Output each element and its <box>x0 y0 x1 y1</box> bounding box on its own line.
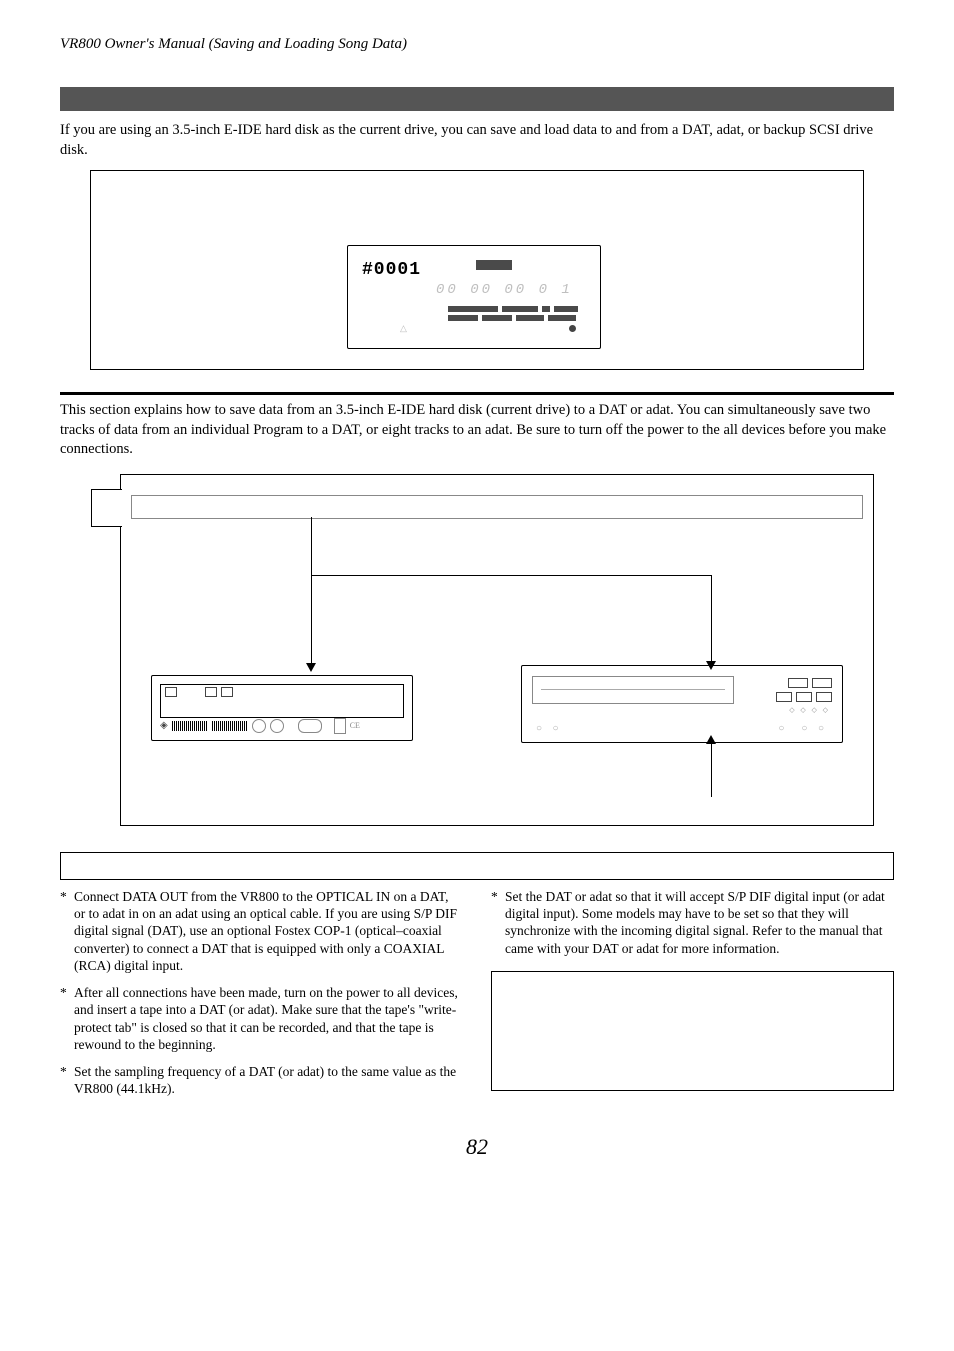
figure-tab-icon <box>91 489 122 527</box>
list-item-text: After all connections have been made, tu… <box>74 984 463 1053</box>
list-item: * Connect DATA OUT from the VR800 to the… <box>60 888 463 974</box>
transport-buttons-icon <box>448 306 586 324</box>
label-bar <box>131 495 863 519</box>
list-item-text: Connect DATA OUT from the VR800 to the O… <box>74 888 463 974</box>
section-intro-paragraph: This section explains how to save data f… <box>60 401 894 460</box>
section-divider <box>60 392 894 395</box>
cable-line <box>311 575 711 576</box>
cable-line <box>311 517 312 665</box>
section-title-bar <box>60 87 894 111</box>
seven-segment-readout: 00 00 00 0 1 <box>436 282 573 298</box>
subsection-heading-box <box>60 852 894 880</box>
lcd-program-label: #0001 <box>362 260 421 280</box>
list-item: * After all connections have been made, … <box>60 984 463 1053</box>
eject-icon: △ <box>400 323 407 334</box>
arrow-down-icon <box>306 663 316 672</box>
cartridge-slot-icon <box>476 260 512 270</box>
vr800-rear-panel: ◈ CE <box>151 675 413 741</box>
cable-line <box>711 743 712 797</box>
power-led-icon <box>569 325 576 332</box>
intro-paragraph: If you are using an 3.5-inch E-IDE hard … <box>60 121 894 160</box>
figure-connection-diagram: ◈ CE ◇ ◇ ◇ ◇ ○ ○ ○ ○ ○ <box>120 474 874 826</box>
figure-device-front: #0001 00 00 00 0 1 △ <box>90 170 864 370</box>
right-column: * Set the DAT or adat so that it will ac… <box>491 888 894 1108</box>
left-column: * Connect DATA OUT from the VR800 to the… <box>60 888 463 1108</box>
page-number: 82 <box>60 1134 894 1160</box>
list-item-text: Set the sampling frequency of a DAT (or … <box>74 1063 463 1098</box>
dat-buttons-icon <box>776 678 832 702</box>
list-item: * Set the DAT or adat so that it will ac… <box>491 888 894 957</box>
list-item: * Set the sampling frequency of a DAT (o… <box>60 1063 463 1098</box>
running-header: VR800 Owner's Manual (Saving and Loading… <box>60 36 894 53</box>
note-box <box>491 971 894 1091</box>
cable-line <box>711 575 712 663</box>
list-item-text: Set the DAT or adat so that it will acce… <box>505 888 894 957</box>
vr800-front-panel: #0001 00 00 00 0 1 △ <box>347 245 601 349</box>
dat-adat-device: ◇ ◇ ◇ ◇ ○ ○ ○ ○ ○ <box>521 665 843 743</box>
tape-slot-icon <box>532 676 734 704</box>
